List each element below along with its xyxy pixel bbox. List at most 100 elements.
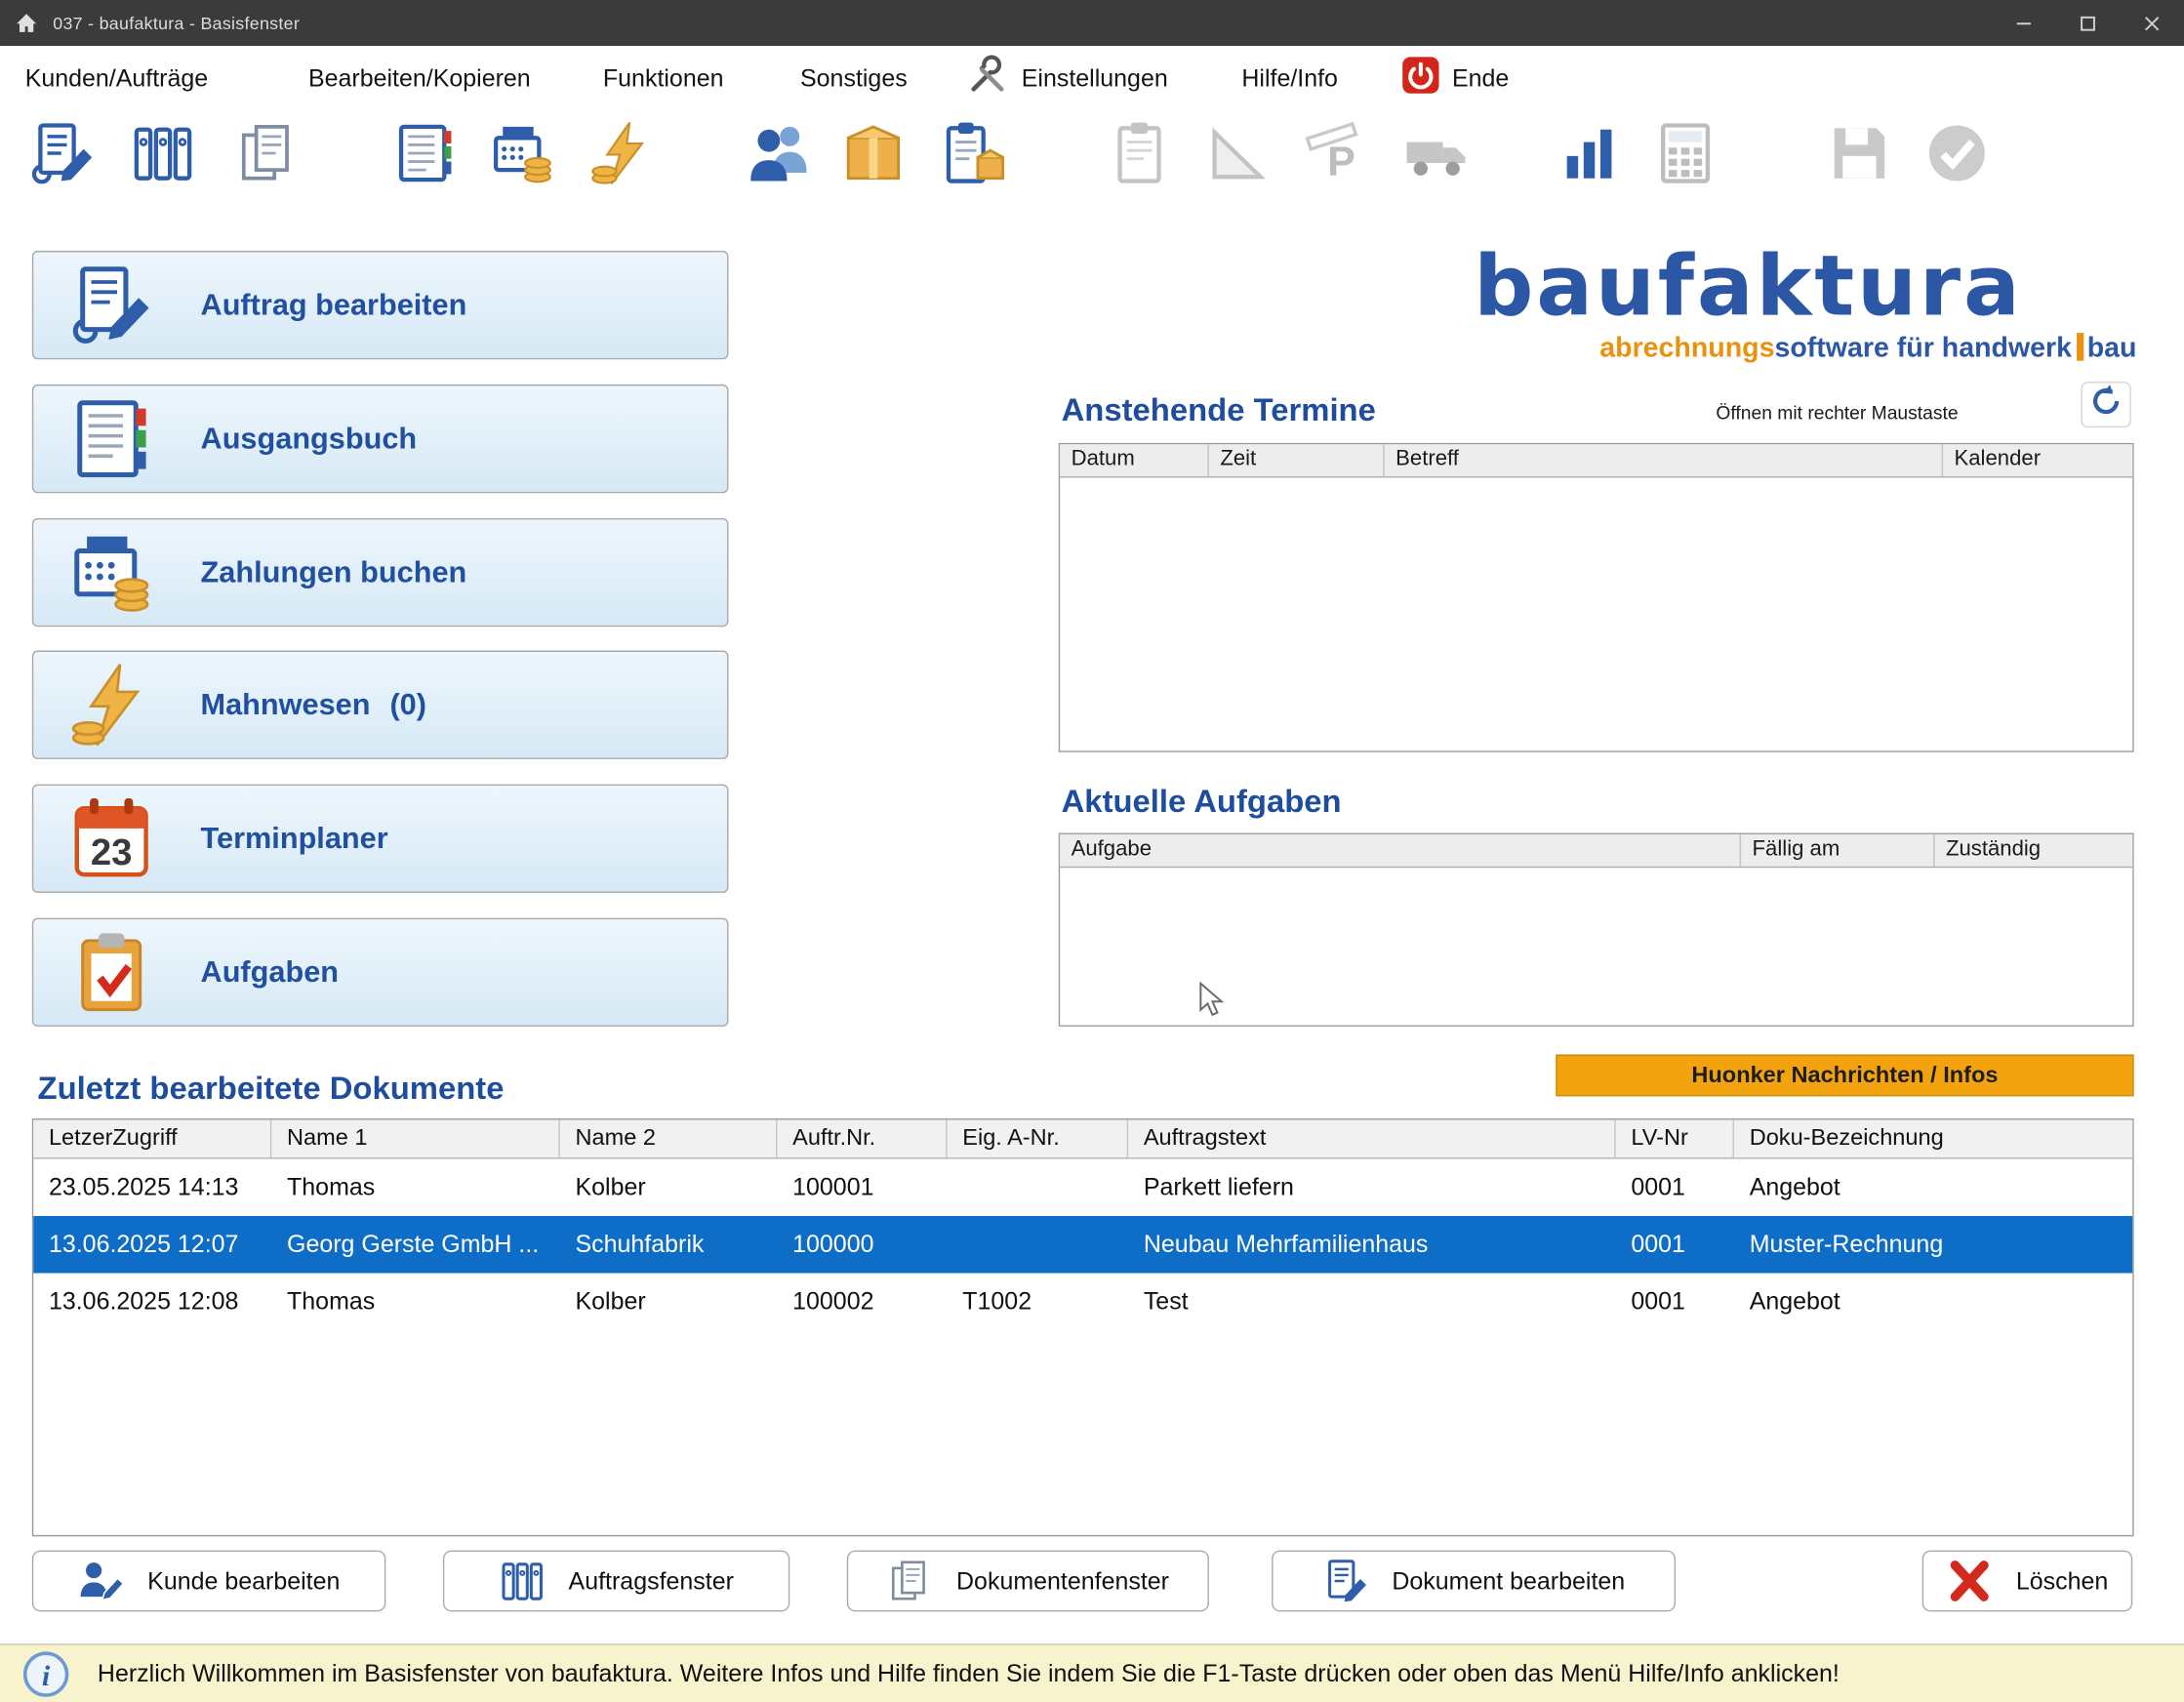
plan-p-icon[interactable]: P <box>1304 120 1371 187</box>
save-icon[interactable] <box>1826 120 1893 187</box>
refresh-button[interactable] <box>2081 382 2131 428</box>
documents-table-header: LetzerZugriff Name 1 Name 2 Auftr.Nr. Ei… <box>33 1119 2133 1159</box>
sidebar-label: Zahlungen buchen <box>200 554 467 589</box>
ledger-icon <box>67 394 156 483</box>
calendar-icon: 23 <box>67 794 156 883</box>
document-row[interactable]: 13.06.2025 12:08 Thomas Kolber 100002 T1… <box>33 1274 2132 1331</box>
col-aufgabe: Aufgabe <box>1060 833 1742 867</box>
document-edit-icon <box>1328 1560 1367 1602</box>
tasks-icon <box>67 928 156 1017</box>
sidebar-button-zahlungen-buchen[interactable]: Zahlungen buchen <box>31 517 729 628</box>
menu-ende[interactable]: Ende <box>1400 56 1509 101</box>
svg-text:i: i <box>42 1659 51 1691</box>
binders-icon[interactable] <box>130 120 197 187</box>
baufaktura-basisfenster: 037 - baufaktura - Basisfenster Kunden/A… <box>0 0 2184 1702</box>
logo-tagline: abrechnungssoftware für handwerk bau <box>1599 333 2137 364</box>
termine-hint: Öffnen mit rechter Maustaste <box>1716 402 1959 424</box>
dokumentenfenster-button[interactable]: Dokumentenfenster <box>846 1550 1209 1612</box>
copy-documents-icon[interactable] <box>235 120 303 187</box>
ledger-icon[interactable] <box>391 120 459 187</box>
menu-sonstiges[interactable]: Sonstiges <box>800 64 908 94</box>
col-datum: Datum <box>1060 444 1209 477</box>
col-eig-anr: Eig. A-Nr. <box>948 1119 1129 1158</box>
col-kalender: Kalender <box>1954 447 2042 471</box>
document-row[interactable]: 23.05.2025 14:13 Thomas Kolber 100001 Pa… <box>33 1159 2132 1217</box>
clipboard-icon[interactable] <box>1106 120 1173 187</box>
aufgaben-table: Aufgabe Fällig am Zuständig <box>1058 832 2134 1027</box>
document-row-selected[interactable]: 13.06.2025 12:07 Georg Gerste GmbH ... S… <box>33 1216 2133 1274</box>
maximize-button[interactable] <box>2056 0 2121 46</box>
documents-icon <box>891 1560 925 1601</box>
power-icon <box>1400 56 1439 101</box>
statusbar: i Herzlich Willkommen im Basisfenster vo… <box>0 1643 2184 1702</box>
termine-title: Anstehende Termine <box>1061 391 1376 428</box>
huonker-news-button[interactable]: Huonker Nachrichten / Infos <box>1556 1054 2134 1097</box>
sidebar-button-auftrag-bearbeiten[interactable]: Auftrag bearbeiten <box>31 250 729 360</box>
col-name2: Name 2 <box>560 1119 778 1158</box>
calculator-icon[interactable] <box>1652 120 1719 187</box>
refresh-icon <box>2088 384 2124 426</box>
tools-icon <box>967 55 1009 103</box>
sidebar-label: Mahnwesen <box>200 687 371 721</box>
edit-document-icon[interactable] <box>29 120 97 187</box>
col-faellig: Fällig am <box>1741 833 1935 867</box>
col-auftrnr: Auftr.Nr. <box>777 1119 948 1158</box>
sidebar-button-terminplaner[interactable]: 23 Terminplaner <box>31 784 729 893</box>
window-controls <box>1992 0 2184 46</box>
mahnwesen-count: (0) <box>389 687 426 721</box>
col-lvnr: LV-Nr <box>1616 1119 1734 1158</box>
col-name1: Name 1 <box>271 1119 560 1158</box>
titlebar: 037 - baufaktura - Basisfenster <box>0 0 2184 47</box>
edit-order-icon <box>67 261 156 349</box>
home-icon <box>14 11 39 36</box>
dunning-icon <box>67 661 156 750</box>
termine-table-header: Datum Zeit Betreff Kalender <box>1060 444 2133 478</box>
orders-icon <box>502 1562 544 1601</box>
menu-hilfe-info[interactable]: Hilfe/Info <box>1241 64 1338 94</box>
approve-icon[interactable] <box>1923 120 1991 187</box>
menu-einstellungen[interactable]: Einstellungen <box>967 55 1168 103</box>
col-zustaendig: Zuständig <box>1945 836 2042 862</box>
close-button[interactable] <box>2120 0 2184 46</box>
set-square-icon[interactable] <box>1203 120 1271 187</box>
termine-table-body[interactable] <box>1060 478 2132 752</box>
info-icon: i <box>22 1650 70 1698</box>
sidebar-label: Ausgangsbuch <box>200 421 418 456</box>
sidebar-button-mahnwesen[interactable]: Mahnwesen (0) <box>31 650 729 759</box>
loeschen-button[interactable]: Löschen <box>1921 1550 2133 1612</box>
sidebar-label: Auftrag bearbeiten <box>200 287 467 321</box>
delivery-note-icon[interactable] <box>942 120 1009 187</box>
auftragsfenster-button[interactable]: Auftragsfenster <box>442 1550 790 1612</box>
window-title: 037 - baufaktura - Basisfenster <box>53 13 301 33</box>
aufgaben-table-header: Aufgabe Fällig am Zuständig <box>1060 833 2133 869</box>
logo-bar <box>2077 333 2084 361</box>
cash-register-icon[interactable] <box>489 120 556 187</box>
delete-icon <box>1951 1560 1990 1601</box>
statistics-icon[interactable] <box>1556 120 1623 187</box>
termine-table: Datum Zeit Betreff Kalender <box>1058 442 2134 752</box>
menu-bearbeiten-kopieren[interactable]: Bearbeiten/Kopieren <box>308 64 531 94</box>
dokument-bearbeiten-button[interactable]: Dokument bearbeiten <box>1272 1550 1677 1612</box>
sidebar-label: Aufgaben <box>200 954 340 989</box>
sidebar-label: Terminplaner <box>200 821 388 855</box>
documents-table: LetzerZugriff Name 1 Name 2 Auftr.Nr. Ei… <box>31 1118 2134 1537</box>
sidebar-button-ausgangsbuch[interactable]: Ausgangsbuch <box>31 384 729 494</box>
menu-kunden-auftraege[interactable]: Kunden/Aufträge <box>25 64 208 94</box>
customers-icon[interactable] <box>747 120 814 187</box>
sidebar-button-aufgaben[interactable]: Aufgaben <box>31 917 729 1027</box>
col-auftragstext: Auftragstext <box>1128 1119 1616 1158</box>
baufaktura-logo: baufaktura abrechnungssoftware für handw… <box>1474 245 2136 365</box>
kunde-bearbeiten-button[interactable]: Kunde bearbeiten <box>31 1550 386 1612</box>
menubar: Kunden/Aufträge Bearbeiten/Kopieren Funk… <box>0 46 2184 112</box>
truck-icon[interactable] <box>1404 120 1472 187</box>
customer-edit-icon <box>80 1562 125 1601</box>
logo-wordmark: baufaktura <box>1474 238 2023 336</box>
col-letzer-zugriff: LetzerZugriff <box>33 1119 272 1158</box>
menu-funktionen[interactable]: Funktionen <box>603 64 724 94</box>
dunning-icon[interactable] <box>589 120 657 187</box>
minimize-button[interactable] <box>1992 0 2056 46</box>
package-icon[interactable] <box>840 120 908 187</box>
aufgaben-title: Aktuelle Aufgaben <box>1061 783 1342 820</box>
status-message: Herzlich Willkommen im Basisfenster von … <box>97 1658 1840 1687</box>
aufgaben-table-body[interactable] <box>1060 868 2132 1027</box>
